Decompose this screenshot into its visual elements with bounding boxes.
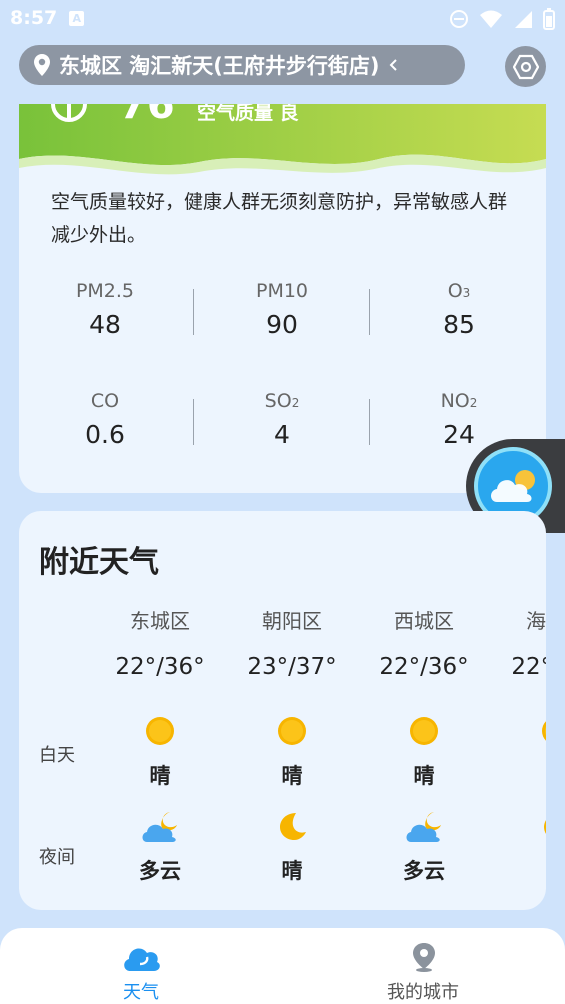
settings-icon	[512, 54, 539, 79]
pollutant-co: CO 0.6	[85, 390, 125, 449]
notification-icon: A	[69, 10, 85, 26]
pollutant-o3: O3 85	[443, 280, 475, 339]
day-label: 白天	[39, 745, 75, 766]
location-pin-icon	[34, 54, 50, 76]
nearby-city-column[interactable]: 海淀区 22°/36°	[490, 605, 546, 834]
location-selector[interactable]: 东城区 淘汇新天(王府井步行街店)	[19, 45, 465, 85]
city-temp: 22°/36°	[115, 654, 205, 680]
bottom-nav: 天气 我的城市	[0, 928, 565, 1004]
city-temp: 22°/36°	[379, 654, 469, 680]
cloud-moon-icon	[404, 810, 444, 848]
day-condition: 晴	[281, 764, 303, 788]
aqi-gauge-icon	[51, 104, 87, 122]
signal-icon	[515, 11, 532, 28]
city-name: 东城区	[130, 609, 190, 633]
status-icons	[449, 8, 555, 30]
nearby-weather-card: 附近天气 白天 夜间 东城区 22°/36° 晴多云 朝阳区 23°/37° 晴晴西城区 2…	[19, 511, 546, 910]
status-time: 8:57	[10, 7, 58, 29]
night-label: 夜间	[39, 847, 75, 868]
nearby-city-column[interactable]: 西城区 22°/36° 晴多云	[358, 605, 490, 883]
air-quality-description: 空气质量较好，健康人群无须刻意防护，异常敏感人群减少外出。	[51, 191, 508, 246]
city-name: 西城区	[394, 609, 454, 633]
pollutant-pm25: PM2.5 48	[75, 280, 135, 339]
aqi-value: 76	[119, 104, 175, 128]
sun-icon	[144, 715, 176, 751]
cloud-icon	[124, 948, 160, 971]
nearby-city-column[interactable]: 东城区 22°/36° 晴多云	[94, 605, 226, 883]
location-pin-icon	[413, 943, 435, 972]
city-name: 海淀区	[526, 609, 546, 633]
wifi-icon	[480, 10, 502, 28]
divider	[193, 399, 194, 445]
cloud-moon-icon	[140, 810, 180, 848]
nearby-city-column[interactable]: 朝阳区 23°/37° 晴晴	[226, 605, 358, 883]
city-temp: 23°/37°	[247, 654, 337, 680]
settings-button[interactable]	[505, 46, 546, 87]
aqi-level: 空气质量 良	[197, 104, 299, 124]
tab-my-cities[interactable]: 我的城市	[282, 928, 564, 1004]
tab-weather[interactable]: 天气	[0, 928, 282, 1004]
battery-icon	[543, 8, 555, 30]
pollutant-pm10: PM10 90	[255, 280, 309, 339]
night-condition: 晴	[281, 859, 303, 883]
nearby-scroll[interactable]: 东城区22°/36°晴多云朝阳区23°/37°晴晴西城区22°/36°晴多云海淀…	[94, 511, 546, 910]
day-condition: 晴	[149, 764, 171, 788]
divider	[369, 399, 370, 445]
day-condition: 晴	[413, 764, 435, 788]
air-quality-card: 76 空气质量 良 空气质量较好，健康人群无须刻意防护，异常敏感人群减少外出。 …	[19, 104, 546, 493]
moon-icon	[276, 810, 308, 846]
status-bar: 8:57 A	[0, 0, 565, 36]
night-condition: 多云	[139, 859, 181, 883]
city-temp: 22°/36°	[511, 654, 546, 680]
divider	[193, 289, 194, 335]
cloud-sun-icon	[491, 470, 535, 502]
moon-icon	[540, 810, 546, 846]
divider	[369, 289, 370, 335]
city-name: 朝阳区	[262, 609, 322, 633]
sun-icon	[276, 715, 308, 751]
location-text: 东城区 淘汇新天(王府井步行街店)	[59, 54, 380, 78]
sun-icon	[540, 715, 546, 751]
pollutant-so2: SO2 4	[264, 390, 300, 449]
sun-icon	[408, 715, 440, 751]
do-not-disturb-icon	[450, 10, 468, 28]
chevron-left-icon	[389, 59, 397, 71]
night-condition: 多云	[403, 859, 445, 883]
